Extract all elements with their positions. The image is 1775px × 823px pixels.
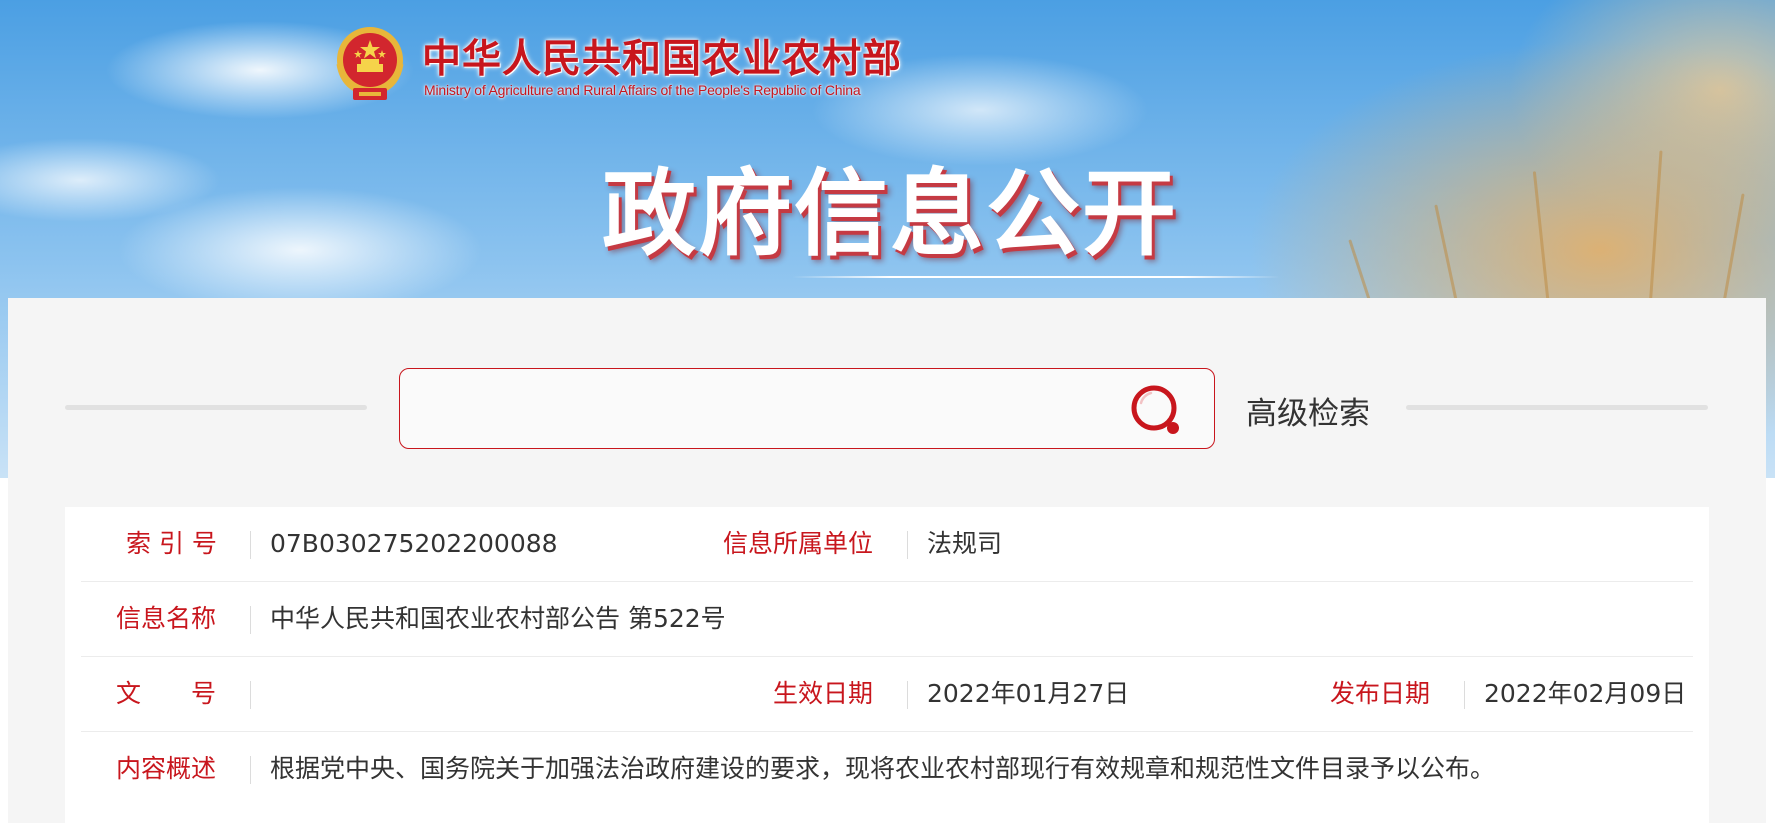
separator <box>250 606 251 634</box>
separator <box>907 531 908 559</box>
separator <box>907 681 908 709</box>
name-label: 信息名称 <box>116 604 217 633</box>
index-label: 索 引 号 <box>126 529 217 558</box>
publish-date-label: 发布日期 <box>1330 679 1431 708</box>
org-name-cn: 中华人民共和国农业农村部 <box>422 36 903 82</box>
advanced-search-link[interactable]: 高级检索 <box>1246 388 1370 433</box>
info-row-dates: 文 号 生效日期 2022年01月27日 发布日期 2022年02月09日 <box>81 657 1693 732</box>
info-row-index: 索 引 号 07B030275202200088 信息所属单位 法规司 <box>81 507 1693 582</box>
left-decoration-line <box>65 405 367 410</box>
effective-date-value: 2022年01月27日 <box>927 679 1130 708</box>
search-box <box>399 368 1215 449</box>
name-value: 中华人民共和国农业农村部公告 第522号 <box>270 604 726 633</box>
summary-label: 内容概述 <box>116 754 217 783</box>
summary-value: 根据党中央、国务院关于加强法治政府建设的要求，现将农业农村部现行有效规章和规范性… <box>270 754 1496 783</box>
separator <box>250 531 251 559</box>
page-heading: 政府信息公开 <box>601 160 1178 269</box>
search-input[interactable] <box>420 379 1124 441</box>
org-name-en: Ministry of Agriculture and Rural Affair… <box>424 82 861 98</box>
index-value: 07B030275202200088 <box>270 529 558 558</box>
separator <box>250 681 251 709</box>
info-card: 索 引 号 07B030275202200088 信息所属单位 法规司 信息名称… <box>65 507 1709 823</box>
info-row-name: 信息名称 中华人民共和国农业农村部公告 第522号 <box>81 582 1693 657</box>
separator <box>1464 681 1465 709</box>
search-icon[interactable] <box>1127 381 1189 443</box>
unit-value: 法规司 <box>927 529 1003 558</box>
effective-date-label: 生效日期 <box>773 679 874 708</box>
national-emblem-icon <box>336 27 404 100</box>
publish-date-value: 2022年02月09日 <box>1484 679 1687 708</box>
right-decoration-line <box>1406 405 1708 410</box>
unit-label: 信息所属单位 <box>723 529 874 558</box>
info-row-summary: 内容概述 根据党中央、国务院关于加强法治政府建设的要求，现将农业农村部现行有效规… <box>81 732 1693 806</box>
separator <box>250 756 251 784</box>
docno-label: 文 号 <box>116 679 217 708</box>
heading-underline <box>792 276 1280 278</box>
